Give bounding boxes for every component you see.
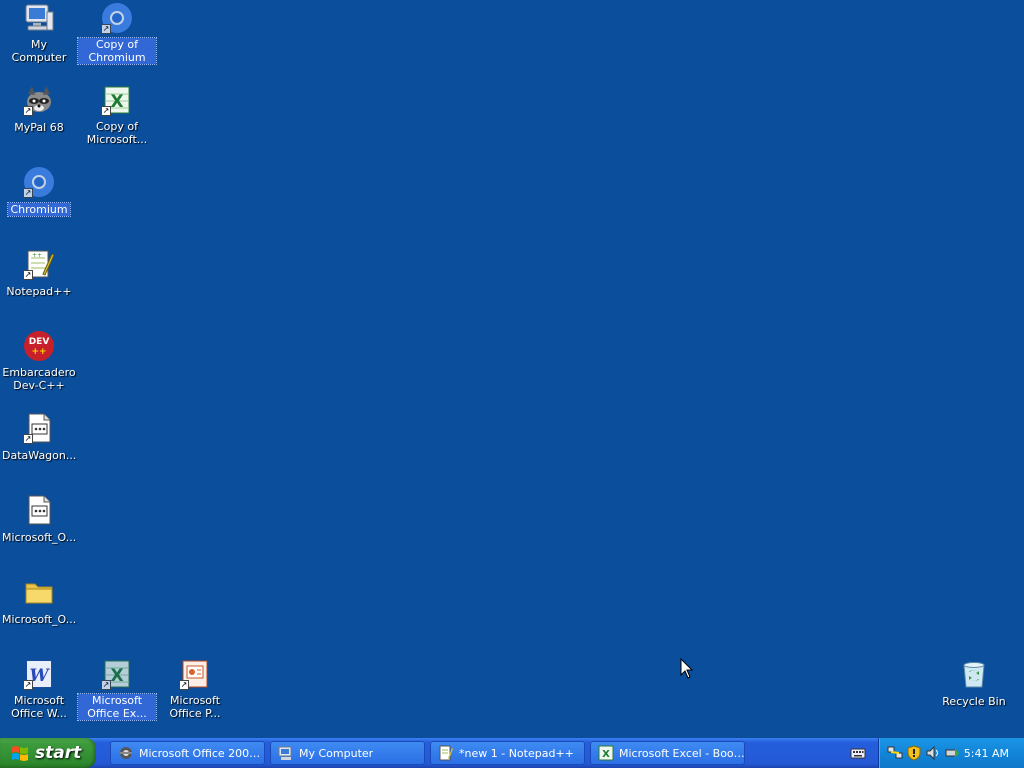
svg-text:X: X [110,92,123,112]
computer-icon [278,746,292,760]
desktop-icon-label: Microsoft Office W... [11,694,67,720]
mouse-cursor-icon [680,658,694,679]
task-office-setup[interactable]: Microsoft Office 2003... [110,741,265,765]
desktop-icon-label: Microsoft_O... [2,613,77,626]
system-tray: 5:41 AM [878,738,1024,768]
desktop-icon-recycle-bin[interactable]: Recycle Bin [935,658,1013,709]
shortcut-arrow-icon: ↗ [23,680,33,690]
desktop-icon-label: Microsoft_O... [2,531,77,544]
task-label: Microsoft Excel - Book1 [619,746,745,760]
svg-text:X: X [110,666,123,686]
desktop-icon-label: Copy of Chromium [77,37,157,65]
desktop-icon-label: Microsoft Office Ex... [77,693,157,721]
recycle-bin-icon [958,658,990,690]
task-excel-book1[interactable]: X Microsoft Excel - Book1 [590,741,745,765]
desktop-icon-my-computer[interactable]: My Computer [0,2,78,65]
keyboard-icon[interactable] [850,745,866,761]
network-icon[interactable] [887,745,903,761]
desktop-icon-mypal[interactable]: ↗ MyPal 68 [0,84,78,135]
computer-icon [23,2,55,34]
shortcut-arrow-icon: ↗ [101,106,111,116]
shortcut-arrow-icon: ↗ [23,106,33,116]
desktop-icon-chromium[interactable]: ↗ Chromium [0,166,78,217]
task-label: *new 1 - Notepad++ [459,746,574,760]
task-label: Microsoft Office 2003... [139,746,265,760]
folder-icon [23,576,55,608]
svg-text:++: ++ [31,347,46,357]
chromium-icon: ↗ [101,2,133,34]
task-my-computer[interactable]: My Computer [270,741,425,765]
desktop-icon-copy-chromium[interactable]: ↗ Copy of Chromium [77,2,157,65]
desktop-icon-label: Embarcadero Dev-C++ [2,366,76,392]
desktop-icon-label: DataWagon... [2,449,77,462]
start-button[interactable]: start [0,738,96,768]
notepad-plus-icon [439,745,453,761]
desktop-icon-label: My Computer [11,38,67,64]
shortcut-arrow-icon: ↗ [23,270,33,280]
excel-icon: X ↗ [101,658,133,690]
desktop-icon-devcpp[interactable]: DEV ++ Embarcadero Dev-C++ [0,330,78,393]
shortcut-arrow-icon: ↗ [23,188,33,198]
excel-icon: X ↗ [101,84,133,116]
excel-icon: X [598,745,614,761]
powerpoint-icon: ↗ [179,658,211,690]
windows-logo-icon [12,746,28,761]
raccoon-icon: ↗ [23,84,55,116]
safely-remove-icon[interactable] [944,745,960,761]
svg-text:++: ++ [32,252,42,259]
task-notepadpp[interactable]: *new 1 - Notepad++ [430,741,585,765]
desktop-icon-label: Microsoft Office P... [169,694,221,720]
shortcut-arrow-icon: ↗ [101,24,111,34]
devcpp-icon: DEV ++ [23,330,55,362]
start-label: start [35,743,82,763]
document-icon [23,494,55,526]
desktop-icon-ms-o-folder[interactable]: Microsoft_O... [0,576,78,627]
desktop-icon-label: Notepad++ [6,285,72,298]
desktop-icon-label: Recycle Bin [942,695,1006,708]
desktop-icon-label: MyPal 68 [14,121,64,134]
taskbar: start Microsoft Office 2003... My Comput… [0,738,1024,768]
desktop-icon-ms-o-file[interactable]: Microsoft_O... [0,494,78,545]
svg-text:X: X [602,749,610,760]
notepad-plus-icon: ++ ↗ [23,248,55,280]
desktop-icon-datawagon[interactable]: ↗ DataWagon... [0,412,78,463]
desktop-icon-label: Copy of Microsoft... [86,120,148,146]
word-icon: W ↗ [23,658,55,690]
chromium-icon: ↗ [23,166,55,198]
desktop-icon-powerpoint[interactable]: ↗ Microsoft Office P... [156,658,234,721]
shortcut-arrow-icon: ↗ [23,434,33,444]
desktop[interactable]: My Computer ↗ MyPal 68 ↗ Chromium ++ ↗ N… [0,0,1024,738]
document-icon: ↗ [23,412,55,444]
task-label: My Computer [299,746,374,760]
shortcut-arrow-icon: ↗ [101,680,111,690]
svg-text:DEV: DEV [29,337,50,347]
setup-icon [120,747,132,759]
volume-icon[interactable] [925,745,941,761]
desktop-icon-notepadpp[interactable]: ++ ↗ Notepad++ [0,248,78,299]
shortcut-arrow-icon: ↗ [179,680,189,690]
desktop-icon-copy-excel[interactable]: X ↗ Copy of Microsoft... [78,84,156,147]
security-shield-icon[interactable] [906,745,922,761]
clock[interactable]: 5:41 AM [964,747,1009,760]
desktop-icon-excel[interactable]: X ↗ Microsoft Office Ex... [77,658,157,721]
desktop-icon-word[interactable]: W ↗ Microsoft Office W... [0,658,78,721]
desktop-icon-label: Chromium [7,202,71,217]
